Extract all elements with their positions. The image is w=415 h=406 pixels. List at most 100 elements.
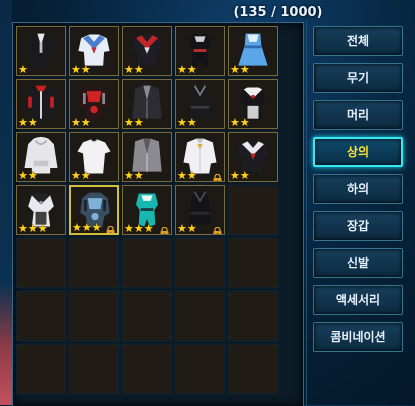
inventory-slot-empty[interactable]	[69, 291, 119, 341]
inventory-slot[interactable]: ★ ★	[122, 79, 172, 129]
category-button[interactable]: 신발	[313, 248, 403, 278]
inventory-slot-empty[interactable]	[228, 291, 278, 341]
rarity-stars: ★ ★	[177, 170, 197, 181]
star-icon: ★	[80, 169, 91, 182]
inventory-slot[interactable]: ★ ★	[69, 132, 119, 182]
rarity-stars: ★	[18, 64, 28, 75]
inventory-slot-empty[interactable]	[16, 238, 66, 288]
background-edge	[0, 0, 12, 405]
inventory-slot[interactable]: ★ ★	[16, 79, 66, 129]
star-icon: ★	[27, 169, 38, 182]
inventory-slot[interactable]: ★ ★ ★	[69, 185, 119, 235]
star-icon: ★	[71, 169, 81, 182]
lock-icon	[160, 222, 169, 234]
rarity-stars: ★ ★	[124, 64, 144, 75]
star-icon: ★	[124, 222, 134, 235]
rarity-stars: ★ ★	[177, 64, 197, 75]
inventory-slot-empty[interactable]	[122, 238, 172, 288]
inventory-slot-empty[interactable]	[16, 344, 66, 394]
inventory-slot[interactable]: ★ ★	[16, 132, 66, 182]
star-icon: ★	[230, 169, 240, 182]
star-icon: ★	[230, 116, 240, 129]
rarity-stars: ★ ★ ★	[124, 223, 154, 234]
inventory-slot-empty[interactable]	[175, 291, 225, 341]
category-button[interactable]: 머리	[313, 100, 403, 130]
inventory-slot-empty[interactable]	[122, 344, 172, 394]
category-button[interactable]: 무기	[313, 63, 403, 93]
inventory-slot[interactable]: ★ ★	[122, 132, 172, 182]
category-button[interactable]: 장갑	[313, 211, 403, 241]
star-icon: ★	[71, 63, 81, 76]
rarity-stars: ★ ★	[71, 64, 91, 75]
inventory-slot[interactable]: ★ ★	[122, 26, 172, 76]
inventory-slot[interactable]: ★ ★	[175, 185, 225, 235]
category-button[interactable]: 액세서리	[313, 285, 403, 315]
lock-icon	[213, 169, 222, 181]
inventory-slot[interactable]: ★ ★	[228, 79, 278, 129]
category-button[interactable]: 상의	[313, 137, 403, 167]
inventory-slot[interactable]: ★ ★	[175, 26, 225, 76]
panel-divider	[306, 20, 307, 405]
inventory-slot[interactable]: ★ ★	[69, 79, 119, 129]
star-icon: ★	[27, 222, 38, 235]
star-icon: ★	[177, 116, 187, 129]
star-icon: ★	[133, 169, 144, 182]
rarity-stars: ★ ★ ★	[18, 223, 48, 234]
star-icon: ★	[143, 222, 154, 235]
inventory-slot[interactable]: ★ ★	[228, 132, 278, 182]
rarity-stars: ★ ★	[18, 170, 38, 181]
inventory-slot[interactable]: ★ ★ ★	[122, 185, 172, 235]
star-icon: ★	[18, 63, 28, 76]
star-icon: ★	[18, 116, 28, 129]
star-icon: ★	[133, 222, 144, 235]
star-icon: ★	[80, 63, 91, 76]
star-icon: ★	[124, 116, 134, 129]
inventory-slot-empty[interactable]	[228, 344, 278, 394]
inventory-counter: (135 / 1000)	[233, 5, 323, 20]
rarity-stars: ★ ★	[230, 64, 250, 75]
star-icon: ★	[177, 63, 187, 76]
star-icon: ★	[71, 116, 81, 129]
lock-icon	[213, 222, 222, 234]
star-icon: ★	[177, 169, 187, 182]
star-icon: ★	[27, 116, 38, 129]
rarity-stars: ★ ★	[230, 170, 250, 181]
star-icon: ★	[81, 221, 92, 234]
star-icon: ★	[18, 169, 28, 182]
star-icon: ★	[177, 222, 187, 235]
inventory-slot-empty[interactable]	[16, 291, 66, 341]
category-sidebar: 전체무기머리상의하의장갑신발액세서리콤비네이션	[313, 26, 405, 359]
rarity-stars: ★ ★	[124, 117, 144, 128]
category-button[interactable]: 콤비네이션	[313, 322, 403, 352]
inventory-slot-empty[interactable]	[69, 344, 119, 394]
inventory-slot[interactable]: ★ ★ ★	[16, 185, 66, 235]
inventory-slot[interactable]: ★ ★	[175, 132, 225, 182]
star-icon: ★	[186, 222, 197, 235]
inventory-slot-empty[interactable]	[175, 344, 225, 394]
inventory-grid: ★ ★ ★ ★ ★ ★ ★ ★ ★ ★ ★ ★ ★ ★ ★ ★ ★ ★ ★ ★ ★ ★ ★ ★ ★ ★ ★	[16, 26, 278, 394]
star-icon: ★	[124, 63, 134, 76]
inventory-slot-empty[interactable]	[228, 185, 278, 235]
star-icon: ★	[133, 63, 144, 76]
inventory-slot[interactable]: ★ ★	[228, 26, 278, 76]
inventory-slot[interactable]: ★ ★	[69, 26, 119, 76]
star-icon: ★	[37, 222, 48, 235]
rarity-stars: ★ ★	[177, 117, 197, 128]
rarity-stars: ★ ★	[18, 117, 38, 128]
star-icon: ★	[72, 221, 82, 234]
inventory-slot-empty[interactable]	[228, 238, 278, 288]
star-icon: ★	[230, 63, 240, 76]
star-icon: ★	[239, 63, 250, 76]
inventory-slot-empty[interactable]	[69, 238, 119, 288]
category-button[interactable]: 하의	[313, 174, 403, 204]
star-icon: ★	[124, 169, 134, 182]
rarity-stars: ★ ★	[71, 117, 91, 128]
inventory-slot-empty[interactable]	[175, 238, 225, 288]
rarity-stars: ★ ★	[230, 117, 250, 128]
inventory-slot[interactable]: ★ ★	[175, 79, 225, 129]
category-button[interactable]: 전체	[313, 26, 403, 56]
inventory-slot[interactable]: ★	[16, 26, 66, 76]
star-icon: ★	[239, 116, 250, 129]
star-icon: ★	[186, 116, 197, 129]
inventory-slot-empty[interactable]	[122, 291, 172, 341]
